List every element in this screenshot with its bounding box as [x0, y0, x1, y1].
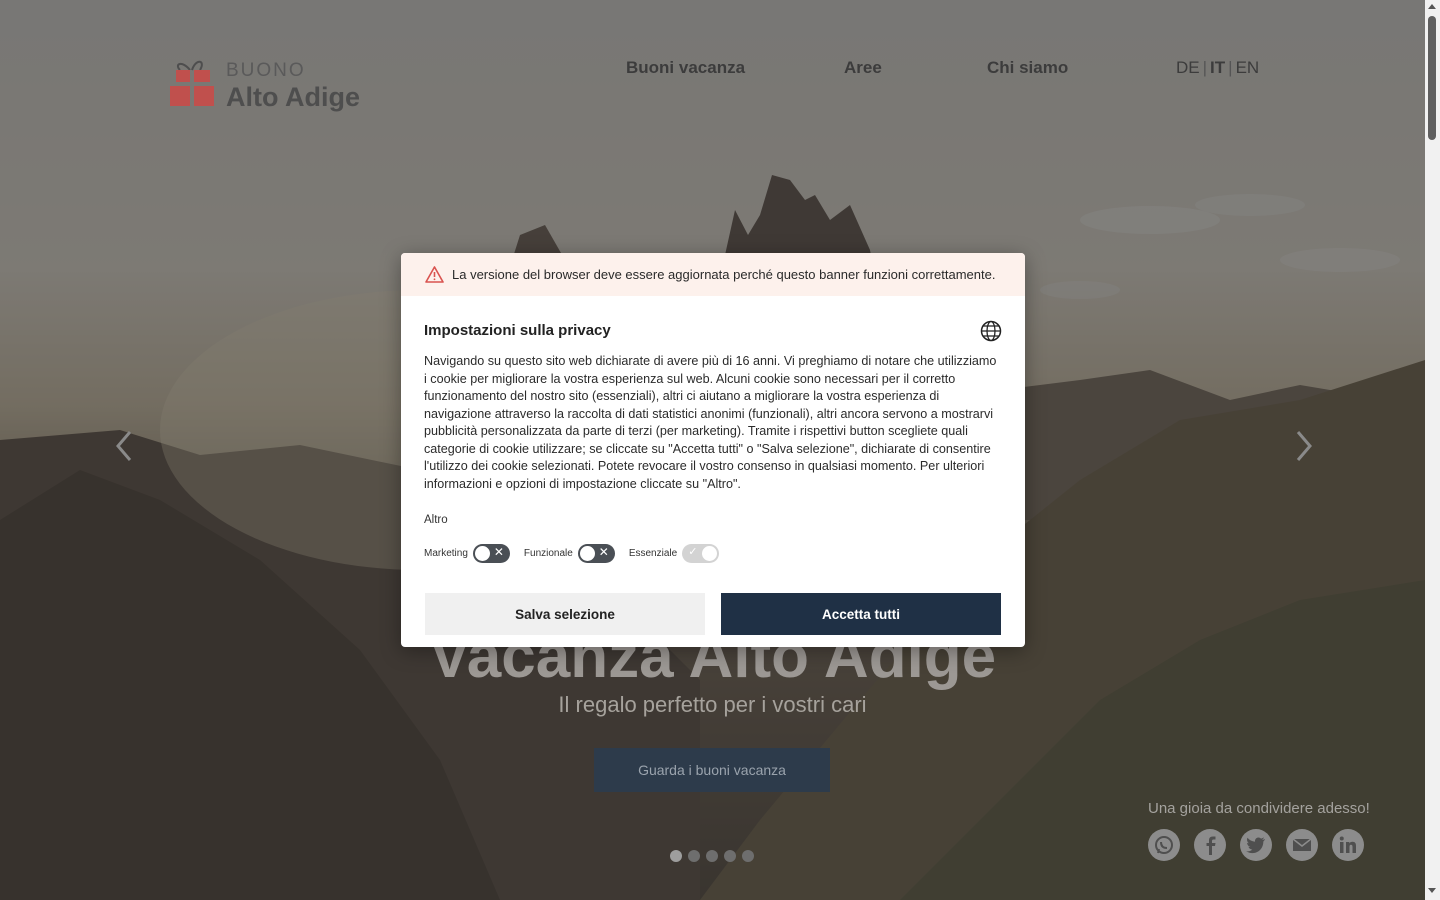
- view-vouchers-button[interactable]: Guarda i buoni vacanza: [594, 748, 830, 792]
- more-link[interactable]: Altro: [424, 514, 448, 526]
- twitter-icon[interactable]: [1240, 829, 1272, 861]
- gift-logo-icon: [170, 60, 214, 106]
- whatsapp-icon[interactable]: [1148, 829, 1180, 861]
- carousel-dot[interactable]: [670, 850, 682, 862]
- toggle-label-functional: Funzionale: [523, 548, 573, 559]
- nav-buoni-vacanza[interactable]: Buoni vacanza: [626, 58, 745, 78]
- privacy-modal: La versione del browser deve essere aggi…: [401, 253, 1025, 647]
- carousel-prev-icon[interactable]: [110, 428, 140, 464]
- essential-toggle: ✓: [682, 544, 720, 563]
- privacy-text: Navigando su questo sito web dichiarate …: [424, 354, 997, 491]
- logo-small-text: BUONO: [226, 60, 306, 81]
- privacy-title: Impostazioni sulla privacy: [424, 322, 611, 339]
- accept-all-button[interactable]: Accetta tutti: [721, 593, 1001, 635]
- nav-chi-siamo[interactable]: Chi siamo: [987, 58, 1068, 78]
- share-text: Una gioia da condividere adesso!: [1148, 800, 1370, 817]
- consent-toggles: Marketing ✕ Funzionale ✕ Essenziale ✓: [424, 544, 733, 563]
- carousel-dot[interactable]: [742, 850, 754, 862]
- page-scrollbar[interactable]: [1425, 0, 1440, 900]
- facebook-icon[interactable]: [1194, 829, 1226, 861]
- hero-subtitle: Il regalo perfetto per i vostri cari: [558, 692, 867, 717]
- logo[interactable]: BUONO Alto Adige: [170, 56, 380, 120]
- close-icon: ✕: [598, 545, 609, 559]
- lang-de[interactable]: DE: [1176, 58, 1200, 77]
- nav-aree[interactable]: Aree: [844, 58, 882, 78]
- close-icon: ✕: [493, 545, 504, 559]
- carousel-dots: [670, 850, 754, 862]
- lang-en[interactable]: EN: [1236, 58, 1260, 77]
- toggle-knob: [579, 546, 595, 561]
- toggle-label-marketing: Marketing: [424, 548, 468, 559]
- lang-separator: |: [1228, 58, 1233, 77]
- marketing-toggle[interactable]: ✕: [472, 544, 510, 563]
- linkedin-icon[interactable]: [1332, 829, 1364, 861]
- scroll-down-icon[interactable]: [1428, 888, 1436, 893]
- carousel-dot[interactable]: [724, 850, 736, 862]
- browser-warning-bar: La versione del browser deve essere aggi…: [401, 253, 1025, 296]
- functional-toggle[interactable]: ✕: [577, 544, 615, 563]
- browser-warning-text: La versione del browser deve essere aggi…: [452, 267, 996, 282]
- toggle-knob: [474, 546, 490, 561]
- toggle-knob: [702, 546, 718, 561]
- carousel-next-icon[interactable]: [1288, 428, 1318, 464]
- carousel-dot[interactable]: [706, 850, 718, 862]
- logo-big-text: Alto Adige: [226, 82, 360, 112]
- warning-icon: [425, 266, 444, 283]
- language-switcher: DE | IT | EN: [1176, 58, 1259, 78]
- email-icon[interactable]: [1286, 829, 1318, 861]
- scroll-thumb[interactable]: [1428, 16, 1436, 140]
- check-icon: ✓: [688, 546, 698, 558]
- lang-separator: |: [1202, 58, 1208, 77]
- toggle-label-essential: Essenziale: [628, 548, 678, 559]
- scroll-up-icon[interactable]: [1428, 4, 1436, 9]
- lang-it[interactable]: IT: [1210, 58, 1225, 77]
- globe-icon[interactable]: [980, 320, 1002, 342]
- save-selection-button[interactable]: Salva selezione: [425, 593, 705, 635]
- carousel-dot[interactable]: [688, 850, 700, 862]
